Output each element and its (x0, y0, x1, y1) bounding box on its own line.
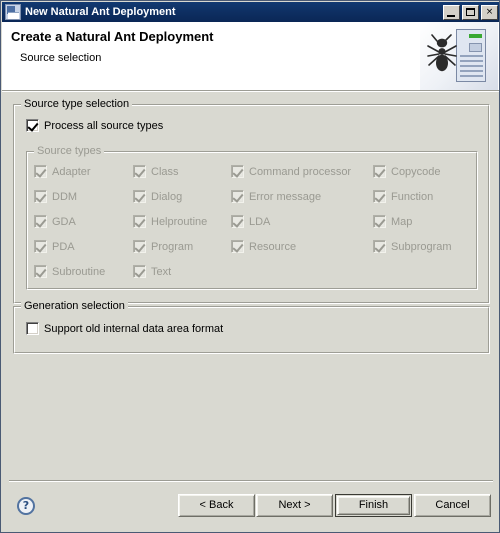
maximize-button[interactable] (462, 4, 479, 20)
minimize-button[interactable] (443, 4, 460, 20)
wizard-window: New Natural Ant Deployment × Create a Na… (0, 0, 500, 533)
checkbox-box (34, 165, 47, 178)
checkbox-box (133, 240, 146, 253)
page-title: Create a Natural Ant Deployment (11, 29, 214, 44)
checkbox-text: Text (133, 265, 171, 278)
checkbox-error-message: Error message (231, 190, 321, 203)
generation-selection-legend: Generation selection (21, 300, 128, 312)
checkbox-box (373, 190, 386, 203)
checkbox-label: Support old internal data area format (44, 322, 224, 335)
source-types-legend: Source types (34, 145, 105, 157)
checkbox-label: Command processor (249, 165, 352, 178)
checkbox-label: Resource (249, 240, 297, 253)
checkbox-dialog: Dialog (133, 190, 182, 203)
checkbox-helproutine: Helproutine (133, 215, 207, 228)
help-icon[interactable]: ? (17, 497, 35, 515)
checkbox-box (133, 215, 146, 228)
button-bar: ? < Back Next > Finish Cancel (2, 480, 499, 532)
ant-banner-graphic (420, 22, 498, 90)
checkbox-box (133, 265, 146, 278)
checkbox-label: Map (391, 215, 413, 228)
cancel-button[interactable]: Cancel (414, 494, 491, 517)
caption-buttons: × (443, 4, 498, 20)
document-icon (456, 29, 486, 82)
checkbox-box (34, 265, 47, 278)
checkbox-box (373, 240, 386, 253)
checkbox-label: LDA (249, 215, 271, 228)
checkbox-label: GDA (52, 215, 76, 228)
checkbox-box (231, 240, 244, 253)
checkbox-box (34, 215, 47, 228)
checkbox-function: Function (373, 190, 433, 203)
finish-button-label: Finish (337, 496, 410, 515)
close-icon: × (485, 6, 494, 17)
checkbox-program: Program (133, 240, 193, 253)
checkbox-label: Helproutine (151, 215, 208, 228)
checkbox-label: Program (151, 240, 194, 253)
checkbox-lda: LDA (231, 215, 270, 228)
checkbox-label: Subroutine (52, 265, 106, 278)
source-type-selection-legend: Source type selection (21, 98, 133, 110)
source-type-selection-group: Source type selection Process all source… (13, 98, 490, 304)
checkbox-box (34, 240, 47, 253)
checkbox-label: Dialog (151, 190, 183, 203)
close-button[interactable]: × (481, 4, 498, 20)
checkbox-label: PDA (52, 240, 75, 253)
checkbox-process-all-source-types[interactable]: Process all source types (26, 119, 163, 132)
title-bar: New Natural Ant Deployment × (2, 2, 499, 22)
checkbox-box (373, 215, 386, 228)
checkbox-label: Adapter (52, 165, 91, 178)
checkbox-subprogram: Subprogram (373, 240, 452, 253)
finish-button[interactable]: Finish (335, 494, 412, 517)
checkbox-box (26, 119, 39, 132)
checkbox-adapter: Adapter (34, 165, 91, 178)
checkbox-support-old-internal-data-area-format[interactable]: Support old internal data area format (26, 322, 223, 335)
checkbox-box (231, 215, 244, 228)
checkbox-resource: Resource (231, 240, 296, 253)
checkbox-pda: PDA (34, 240, 75, 253)
button-bar-divider (9, 480, 493, 482)
checkbox-label: DDM (52, 190, 78, 203)
checkbox-box (26, 322, 39, 335)
checkbox-label: Text (151, 265, 172, 278)
checkbox-label: Function (391, 190, 434, 203)
checkbox-map: Map (373, 215, 412, 228)
back-button[interactable]: < Back (178, 494, 255, 517)
natural-ant-icon (5, 4, 21, 20)
next-button[interactable]: Next > (256, 494, 333, 517)
checkbox-command-processor: Command processor (231, 165, 351, 178)
checkbox-class: Class (133, 165, 179, 178)
checkbox-box (133, 190, 146, 203)
ant-icon (427, 34, 457, 72)
checkbox-label: Subprogram (391, 240, 452, 253)
source-types-group: Source types Adapter DDM GDA PDA Subrout… (26, 145, 478, 290)
checkbox-label: Error message (249, 190, 322, 203)
checkbox-label: Process all source types (44, 119, 164, 132)
generation-selection-group: Generation selection Support old interna… (13, 300, 490, 354)
checkbox-box (231, 190, 244, 203)
page-subtitle: Source selection (20, 52, 102, 64)
wizard-header: Create a Natural Ant Deployment Source s… (2, 22, 499, 90)
window-title: New Natural Ant Deployment (25, 6, 176, 18)
checkbox-label: Class (151, 165, 179, 178)
checkbox-box (373, 165, 386, 178)
checkbox-ddm: DDM (34, 190, 77, 203)
checkbox-box (231, 165, 244, 178)
checkbox-box (133, 165, 146, 178)
checkbox-copycode: Copycode (373, 165, 441, 178)
checkbox-gda: GDA (34, 215, 76, 228)
wizard-body: Source type selection Process all source… (2, 92, 499, 480)
checkbox-box (34, 190, 47, 203)
checkbox-subroutine: Subroutine (34, 265, 105, 278)
checkbox-label: Copycode (391, 165, 441, 178)
